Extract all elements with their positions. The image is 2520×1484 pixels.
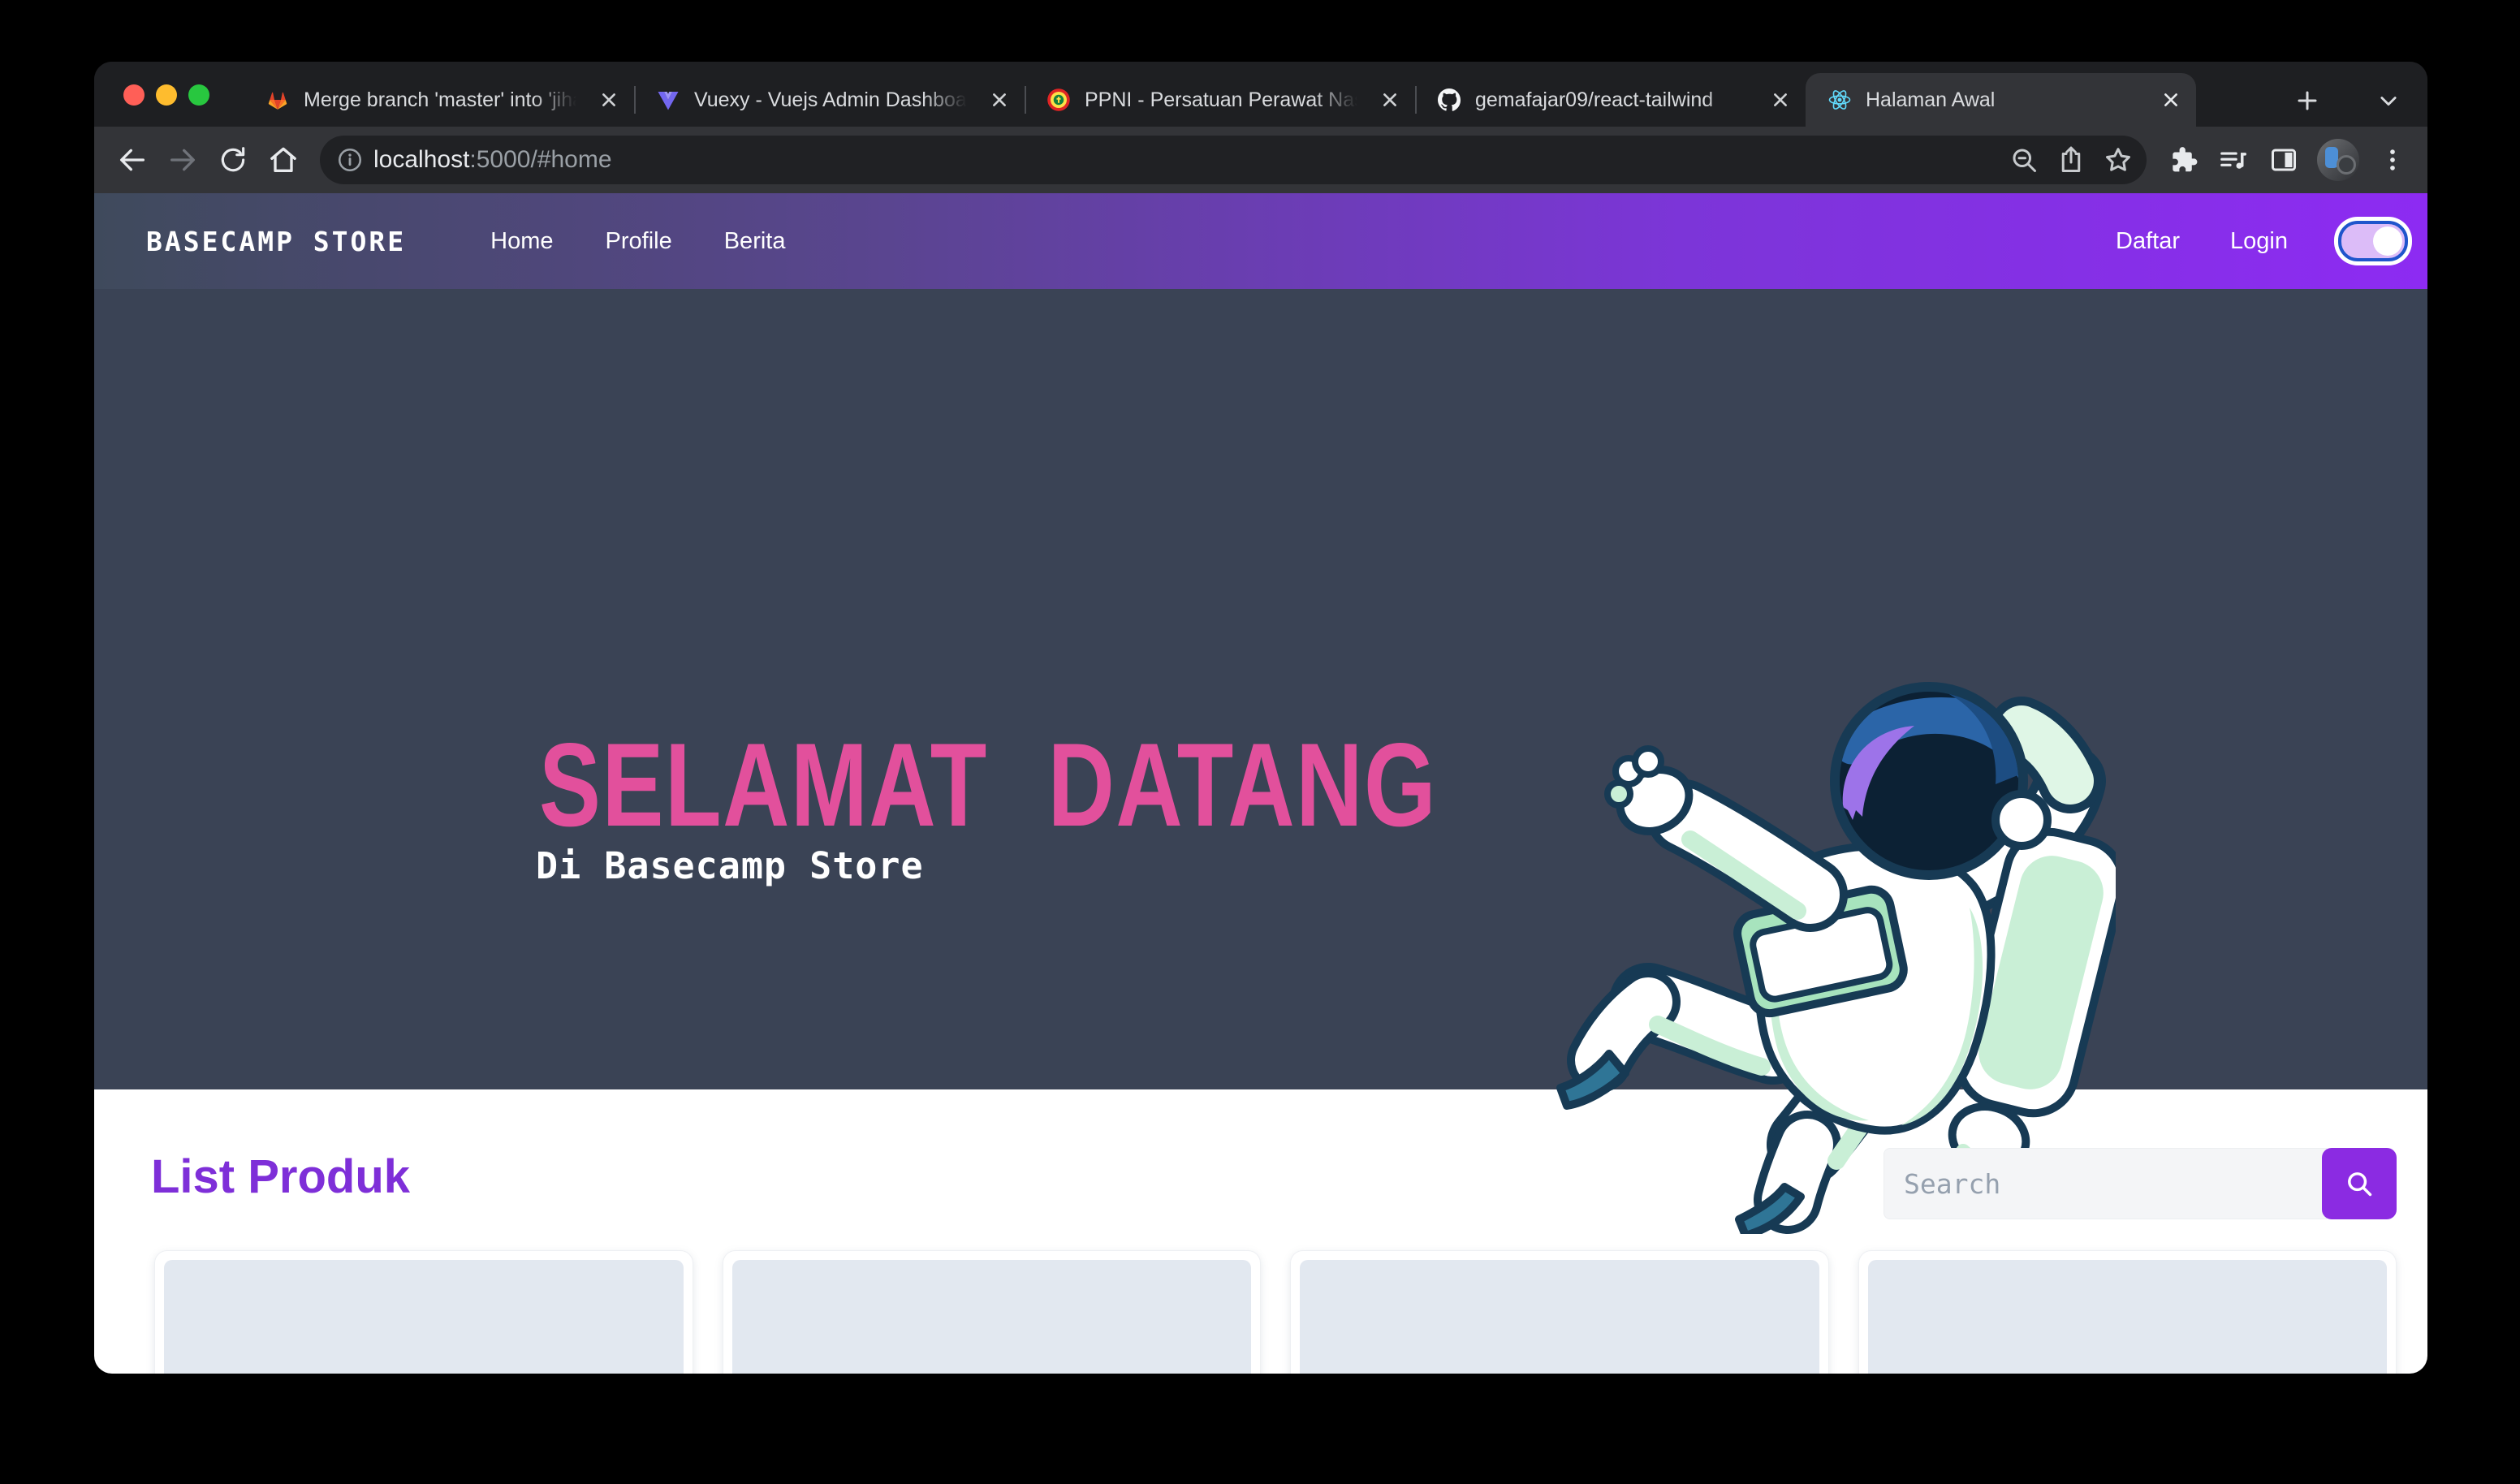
back-button[interactable]	[109, 136, 156, 183]
product-card[interactable]	[1858, 1250, 2397, 1374]
profile-avatar[interactable]	[2317, 139, 2359, 181]
address-bar[interactable]: localhost:5000/#home	[320, 136, 2147, 184]
close-tab-icon[interactable]	[2157, 86, 2185, 114]
close-tab-icon[interactable]	[595, 86, 623, 114]
minimize-window-button[interactable]	[156, 84, 177, 106]
login-link[interactable]: Login	[2230, 228, 2288, 255]
sidebar-panel-icon[interactable]	[2260, 136, 2307, 183]
extensions-puzzle-icon[interactable]	[2160, 136, 2207, 183]
forward-button[interactable]	[159, 136, 206, 183]
tab-vuexy[interactable]: Vuexy - Vuejs Admin Dashboard	[634, 73, 1025, 127]
toggle-knob	[2373, 226, 2402, 256]
gitlab-icon	[265, 87, 291, 113]
nav-link-berita[interactable]: Berita	[724, 228, 786, 255]
product-image-placeholder	[732, 1260, 1252, 1374]
nav-link-profile[interactable]: Profile	[606, 228, 672, 255]
product-card[interactable]	[154, 1250, 693, 1374]
nav-links: Home Profile Berita	[490, 228, 785, 255]
browser-toolbar: localhost:5000/#home	[94, 127, 2427, 193]
tab-title: Halaman Awal	[1866, 88, 2144, 112]
tab-title: Vuexy - Vuejs Admin Dashboard	[694, 88, 973, 112]
search-tabs-chevron-icon[interactable]	[2371, 83, 2406, 119]
product-image-placeholder	[164, 1260, 684, 1374]
site-navbar: BASECAMP STORE Home Profile Berita Dafta…	[94, 193, 2427, 289]
product-list	[154, 1250, 2397, 1374]
tab-title: gemafajar09/react-tailwind	[1475, 88, 1754, 112]
tab-strip: Merge branch 'master' into 'jiha Vuexy -…	[94, 62, 2427, 127]
new-tab-button[interactable]	[2286, 80, 2328, 122]
close-tab-icon[interactable]	[1376, 86, 1404, 114]
url-text: localhost:5000/#home	[373, 146, 2000, 174]
github-icon	[1436, 87, 1462, 113]
bookmark-star-icon[interactable]	[2095, 136, 2142, 183]
search-icon	[2344, 1168, 2375, 1199]
site-info-icon[interactable]	[336, 146, 364, 174]
product-image-placeholder	[1868, 1260, 2388, 1374]
close-tab-icon[interactable]	[1767, 86, 1794, 114]
product-card[interactable]	[1290, 1250, 1829, 1374]
products-heading: List Produk	[151, 1150, 410, 1204]
tab-halaman-awal[interactable]: Halaman Awal	[1806, 73, 2196, 127]
tab-title: Merge branch 'master' into 'jiha	[304, 88, 582, 112]
tabs: Merge branch 'master' into 'jiha Vuexy -…	[244, 73, 2196, 127]
tab-github[interactable]: gemafajar09/react-tailwind	[1415, 73, 1806, 127]
window-controls	[123, 84, 209, 106]
browser-window: Merge branch 'master' into 'jiha Vuexy -…	[94, 62, 2427, 1374]
product-card[interactable]	[723, 1250, 1262, 1374]
search-input[interactable]	[1884, 1148, 2327, 1219]
home-button[interactable]	[260, 136, 307, 183]
product-image-placeholder	[1300, 1260, 1819, 1374]
media-playlist-icon[interactable]	[2210, 136, 2257, 183]
fullscreen-window-button[interactable]	[188, 84, 209, 106]
hero-title: SELAMAT DATANG	[539, 726, 1437, 844]
close-tab-icon[interactable]	[986, 86, 1013, 114]
search-button[interactable]	[2322, 1148, 2397, 1219]
nav-link-home[interactable]: Home	[490, 228, 553, 255]
tab-ppni[interactable]: PPNI - Persatuan Perawat Nasional	[1025, 73, 1415, 127]
reload-button[interactable]	[209, 136, 257, 183]
ppni-icon	[1046, 87, 1072, 113]
daftar-link[interactable]: Daftar	[2116, 228, 2180, 255]
share-icon[interactable]	[2048, 136, 2095, 183]
desktop: { "browser": { "tabs": [ {"icon": "gitla…	[0, 0, 2520, 1484]
close-window-button[interactable]	[123, 84, 145, 106]
web-page: BASECAMP STORE Home Profile Berita Dafta…	[94, 193, 2427, 1374]
hero-section: SELAMAT DATANG Di Basecamp Store	[94, 289, 2427, 1089]
tab-gitlab-merge[interactable]: Merge branch 'master' into 'jiha	[244, 73, 634, 127]
react-icon	[1827, 87, 1853, 113]
tab-title: PPNI - Persatuan Perawat Nasional	[1085, 88, 1363, 112]
product-search	[1884, 1148, 2397, 1219]
theme-toggle[interactable]	[2338, 221, 2408, 261]
nav-actions: Daftar Login	[2116, 221, 2408, 261]
hero-subtitle: Di Basecamp Store	[536, 844, 924, 887]
site-brand: BASECAMP STORE	[146, 226, 406, 257]
vuexy-icon	[655, 87, 681, 113]
menu-dots-icon[interactable]	[2369, 136, 2416, 183]
zoom-page-icon[interactable]	[2000, 136, 2048, 183]
